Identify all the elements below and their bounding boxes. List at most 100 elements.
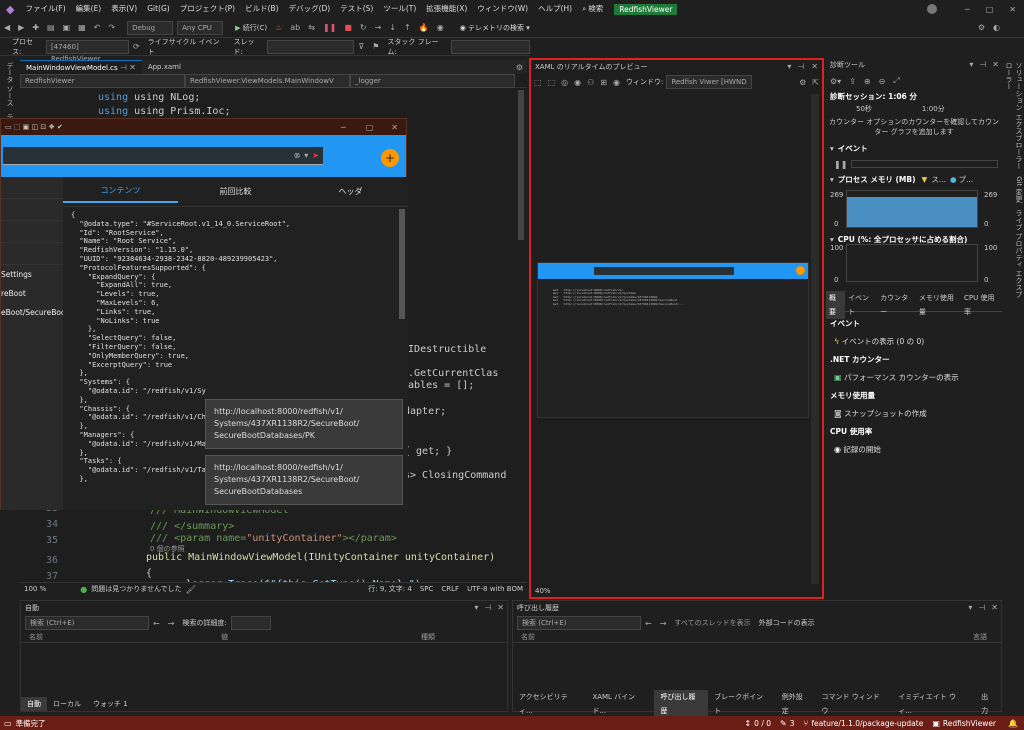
col-name[interactable]: 名前 (513, 632, 973, 642)
dropdown-icon[interactable]: ▾ (966, 58, 976, 72)
menu-file[interactable]: ファイル(F) (20, 0, 70, 18)
callstack-search-input[interactable]: 検索 (Ctrl+E) (517, 616, 641, 630)
close-icon[interactable]: ✕ (807, 60, 822, 74)
fire-icon[interactable]: ♨ (271, 23, 286, 32)
dropdown-icon[interactable]: ▾ (965, 601, 975, 615)
notification-icon[interactable]: 🔔 (1002, 719, 1024, 728)
menu-test[interactable]: テスト(S) (335, 0, 378, 18)
select-element-icon[interactable]: ⬚ (531, 78, 545, 87)
tree-item[interactable]: Settings (1, 265, 63, 284)
add-fab[interactable]: + (381, 149, 399, 167)
status-changes[interactable]: 3 (790, 719, 801, 728)
export-icon[interactable]: ⇪ (845, 77, 860, 86)
memory-chart[interactable] (846, 190, 978, 228)
tree-item[interactable]: reBoot (1, 284, 63, 303)
code-brace[interactable]: { (146, 566, 152, 582)
forward-icon[interactable]: → (164, 619, 179, 628)
status-repo[interactable]: RedfishViewer (943, 719, 1002, 728)
back-icon[interactable]: ◀ (0, 23, 14, 32)
tab-locals[interactable]: ローカル (47, 697, 87, 711)
lifecycle-events[interactable]: ライフサイクル イベント (144, 37, 230, 57)
show-external-code[interactable]: 外部コードの表示 (755, 618, 819, 628)
undo-icon[interactable]: ↶ (90, 23, 105, 32)
cpu-chart[interactable] (846, 244, 978, 282)
tab-mainwindowviewmodel[interactable]: MainWindowViewModel.cs ⊣ ✕ (20, 59, 142, 75)
col-language[interactable]: 言語 (973, 632, 987, 642)
search-depth-dropdown[interactable] (230, 616, 271, 630)
tab-content[interactable]: コンテンツ (63, 181, 178, 203)
tab-immediate[interactable]: イミディエイト ウィ... (892, 690, 975, 718)
send-icon[interactable]: ➤ (312, 151, 323, 160)
menu-help[interactable]: ヘルプ(H) (533, 0, 577, 18)
search-icon[interactable]: ⌕ (577, 0, 588, 18)
issues-text[interactable]: 問題は見つかりませんでした (87, 584, 185, 594)
clear-icon[interactable]: ⊗ (294, 151, 301, 160)
save-icon[interactable]: ▣ (59, 23, 75, 32)
cursor-position[interactable]: 行: 9, 文字: 4 (364, 584, 416, 594)
start-recording-link[interactable]: ◉ 記録の開始 (826, 441, 1002, 458)
breakpoint-icon[interactable]: ◉ (433, 23, 448, 32)
menu-edit[interactable]: 編集(E) (71, 0, 107, 18)
avatar[interactable] (926, 4, 937, 14)
stop-icon[interactable]: ■ (340, 23, 356, 32)
zoom-level[interactable]: 100 % (20, 585, 50, 593)
flag-icon[interactable]: ⚑ (368, 42, 383, 51)
col-value[interactable]: 値 (221, 632, 421, 642)
app-maximize-icon[interactable]: □ (356, 123, 384, 132)
ruler-icon[interactable]: ⊞ (597, 78, 610, 87)
menu-window[interactable]: ウィンドウ(W) (472, 0, 533, 18)
xaml-vscroll[interactable] (811, 94, 819, 584)
spell-icon[interactable]: ab (286, 23, 304, 32)
restart-icon[interactable]: ↻ (356, 23, 371, 32)
right-tool-tabs[interactable]: ソリューション エクスプローラー Git 変更 ライブ プロパティ エクスプロー… (1004, 62, 1024, 302)
close-icon[interactable]: ✕ (494, 601, 507, 615)
cursor-icon[interactable]: ⇱ (809, 78, 822, 87)
accessibility-icon[interactable]: ⚇ (584, 78, 597, 87)
forward-icon[interactable]: ▶ (14, 23, 28, 32)
tab-breakpoints[interactable]: ブレークポイント (708, 690, 776, 718)
app-close-icon[interactable]: ✕ (383, 123, 406, 132)
tab-exceptions[interactable]: 例外設定 (776, 690, 816, 718)
minimize-icon[interactable]: ─ (957, 5, 978, 14)
json-scrollbar[interactable] (399, 209, 405, 319)
xaml-zoom[interactable]: 40% (531, 587, 555, 595)
live-share-icon[interactable]: ⚙ (974, 23, 989, 32)
back-icon[interactable]: ← (641, 619, 656, 628)
track-focus-icon[interactable]: ◎ (558, 78, 571, 87)
settings-icon[interactable]: ⚙▾ (826, 77, 845, 86)
tab-app-xaml[interactable]: App.xaml (142, 60, 187, 74)
config-dropdown[interactable]: Debug (127, 20, 174, 35)
counter-note[interactable]: カウンター オプションのカウンターを確認してカウンター グラフを追加します (826, 115, 1002, 139)
pin-icon[interactable]: ⊣ (976, 58, 989, 72)
code-comment[interactable]: /// <param name="unityContainer"></param… (150, 531, 397, 547)
zoom-in-icon[interactable]: ⊕ (860, 77, 875, 86)
encoding[interactable]: UTF-8 with BOM (463, 585, 527, 593)
brush-icon[interactable]: 🖌 (186, 585, 196, 594)
url-input[interactable]: ⊗ ▾ ➤ (3, 147, 323, 165)
status-branch[interactable]: feature/1.1.0/package-update (811, 719, 929, 728)
tab-command[interactable]: コマンド ウィンドウ (816, 690, 893, 718)
tab-compare[interactable]: 前回比較 (178, 182, 293, 202)
zoom-out-icon[interactable]: ⊖ (875, 77, 890, 86)
code-fragment[interactable]: dapter; (404, 404, 446, 420)
menu-debug[interactable]: デバッグ(D) (284, 0, 336, 18)
autos-search-input[interactable]: 検索 (Ctrl+E) (25, 616, 149, 630)
code-fragment[interactable]: , IDestructible (396, 342, 486, 358)
window-dropdown[interactable]: Redfish Viwer [HWND (666, 75, 753, 89)
redo-icon[interactable]: ↷ (104, 23, 119, 32)
debug-toolbar[interactable]: ▭ ⬚ ▣ ◫ ⊡ ❖ ✔ (1, 123, 63, 131)
menu-search[interactable]: 検索 (588, 0, 608, 18)
reset-zoom-icon[interactable]: ⤢ (889, 76, 903, 86)
filter-icon[interactable]: ⊽ (354, 42, 368, 51)
tab-accessibility[interactable]: アクセシビリティ... (513, 690, 586, 718)
nav-class-dropdown[interactable]: RedfishViewer.ViewModels.MainWindowV (185, 73, 350, 88)
new-project-icon[interactable]: ✚ (28, 23, 43, 32)
display-adorners-icon[interactable]: ⬚ (545, 78, 559, 87)
menu-git[interactable]: Git(G) (142, 0, 175, 18)
tab-output[interactable]: 出力 (975, 690, 1001, 718)
preview-canvas[interactable]: Get http://localhost:8000/redfish/v1/ Ge… (537, 262, 809, 418)
forward-icon[interactable]: → (656, 619, 671, 628)
settings-icon[interactable]: ⚙ (796, 78, 809, 87)
dropdown-icon[interactable]: ▾ (471, 601, 481, 615)
indent-mode[interactable]: SPC (416, 585, 438, 593)
